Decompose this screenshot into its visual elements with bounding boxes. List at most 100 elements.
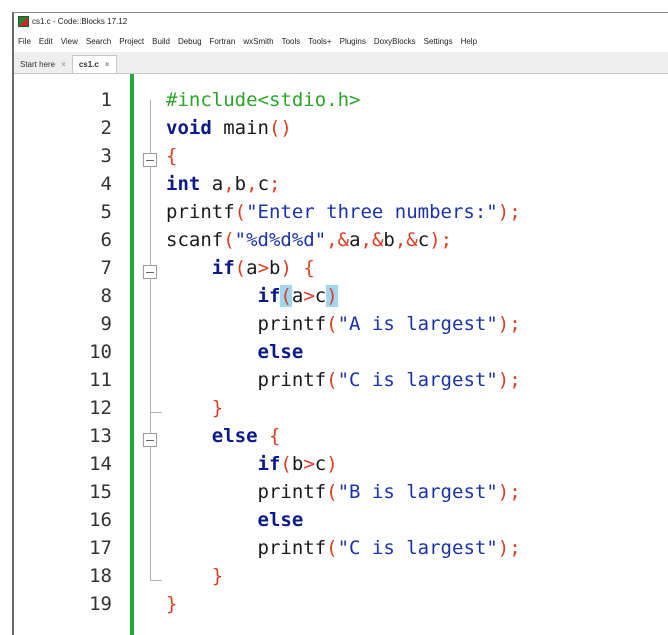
- menu-settings[interactable]: Settings: [420, 37, 457, 46]
- code-token: b: [383, 229, 395, 251]
- code-token: ,: [223, 173, 235, 195]
- code-line[interactable]: 9 printf("A is largest");: [14, 310, 668, 338]
- code-token: (: [326, 369, 338, 391]
- code-token: }: [211, 397, 224, 419]
- line-number: 1: [100, 89, 112, 111]
- code-token: #include<stdio.h>: [166, 89, 361, 111]
- code-line[interactable]: 19}: [14, 590, 668, 618]
- code-line[interactable]: 3{: [14, 142, 668, 170]
- code-line[interactable]: 5 printf("Enter three numbers:");: [14, 198, 668, 226]
- code-editor[interactable]: 1 #include<stdio.h> 2 void main() 3{ 4 int a, b…: [14, 74, 668, 635]
- codeblocks-app-icon: [18, 16, 29, 27]
- code-token: (: [234, 201, 247, 223]
- menu-tools[interactable]: Tools+: [304, 37, 335, 46]
- code-text: }: [166, 590, 177, 618]
- code-text: if(a>c): [166, 282, 338, 310]
- code-token: c: [314, 285, 327, 307]
- code-text: else {: [166, 422, 281, 450]
- menu-build[interactable]: Build: [148, 37, 174, 46]
- close-icon[interactable]: ×: [61, 60, 66, 69]
- tab-start-here[interactable]: Start here ×: [14, 56, 72, 73]
- line-number: 16: [89, 509, 112, 531]
- menu-doxyblocks[interactable]: DoxyBlocks: [370, 37, 420, 46]
- code-token: {: [291, 257, 315, 279]
- code-token: (: [223, 229, 235, 251]
- line-number: 4: [100, 173, 112, 195]
- code-line[interactable]: 13 else {: [14, 422, 668, 450]
- code-line[interactable]: 7 if(a>b) {: [14, 254, 668, 282]
- code-line[interactable]: 4 int a,b,c;: [14, 170, 668, 198]
- code-token: }: [166, 593, 178, 615]
- menu-view[interactable]: View: [57, 37, 82, 46]
- code-token: a: [291, 285, 304, 307]
- code-text: #include<stdio.h>: [166, 86, 360, 114]
- code-line[interactable]: 10 else: [14, 338, 668, 366]
- code-token: ): [280, 257, 292, 279]
- code-token: c: [314, 453, 327, 475]
- menu-file[interactable]: File: [14, 37, 35, 46]
- code-line[interactable]: 15 printf("B is largest");: [14, 478, 668, 506]
- menu-search[interactable]: Search: [82, 37, 115, 46]
- menu-project[interactable]: Project: [115, 37, 148, 46]
- code-token: if: [257, 453, 281, 475]
- code-token: (: [234, 257, 247, 279]
- code-token: {: [166, 145, 178, 167]
- code-line[interactable]: 16 else: [14, 506, 668, 534]
- code-token: else: [211, 425, 258, 447]
- code-token: "Enter three numbers:": [246, 201, 498, 223]
- code-token: >: [303, 285, 315, 307]
- code-line[interactable]: 1 #include<stdio.h>: [14, 86, 668, 114]
- code-line[interactable]: 12 }: [14, 394, 668, 422]
- line-number: 9: [100, 313, 112, 335]
- tab-label: Start here: [20, 60, 56, 69]
- code-token: int: [166, 173, 201, 195]
- code-line[interactable]: 6 scanf("%d%d%d",&a,&b,&c);: [14, 226, 668, 254]
- code-line[interactable]: 17 printf("C is largest");: [14, 534, 668, 562]
- code-token: printf: [257, 369, 327, 391]
- code-line[interactable]: 14 if(b>c): [14, 450, 668, 478]
- line-number: 2: [100, 117, 112, 139]
- code-line[interactable]: 11 printf("C is largest");: [14, 366, 668, 394]
- code-token: {: [257, 425, 281, 447]
- menu-bar: File Edit View Search Project Build Debug Fortr…: [14, 30, 668, 52]
- menu-tools[interactable]: Tools: [278, 37, 305, 46]
- code-line[interactable]: 8 if(a>c): [14, 282, 668, 310]
- code-token: (: [326, 313, 338, 335]
- menu-plugins[interactable]: Plugins: [336, 37, 370, 46]
- line-number: 11: [89, 369, 112, 391]
- menu-help[interactable]: Help: [457, 37, 481, 46]
- code-text: printf("C is largest");: [166, 366, 521, 394]
- line-number: 10: [89, 341, 112, 363]
- line-number: 8: [100, 285, 112, 307]
- code-token: ): [326, 285, 338, 307]
- close-icon[interactable]: ×: [105, 60, 110, 69]
- code-line[interactable]: 18 }: [14, 562, 668, 590]
- menu-wxsmith[interactable]: wxSmith: [239, 37, 277, 46]
- menu-edit[interactable]: Edit: [35, 37, 57, 46]
- menu-debug[interactable]: Debug: [174, 37, 206, 46]
- code-token: main: [211, 117, 269, 139]
- code-text: printf("Enter three numbers:");: [166, 198, 521, 226]
- code-token: b: [269, 257, 281, 279]
- code-text: if(a>b) {: [166, 254, 315, 282]
- codeblocks-window: cs1.c - Code::Blocks 17.12 File Edit View S…: [12, 12, 668, 635]
- code-line[interactable]: 2 void main(): [14, 114, 668, 142]
- menu-fortran[interactable]: Fortran: [206, 37, 240, 46]
- code-token: ,&: [394, 229, 418, 251]
- code-token: );: [429, 229, 453, 251]
- code-text: printf("A is largest");: [166, 310, 521, 338]
- code-token: (): [268, 117, 292, 139]
- code-token: printf: [257, 313, 327, 335]
- code-text: else: [166, 506, 304, 534]
- tab-cs1-c[interactable]: cs1.c ×: [71, 55, 117, 73]
- code-text: {: [166, 142, 177, 170]
- line-number: 13: [89, 425, 112, 447]
